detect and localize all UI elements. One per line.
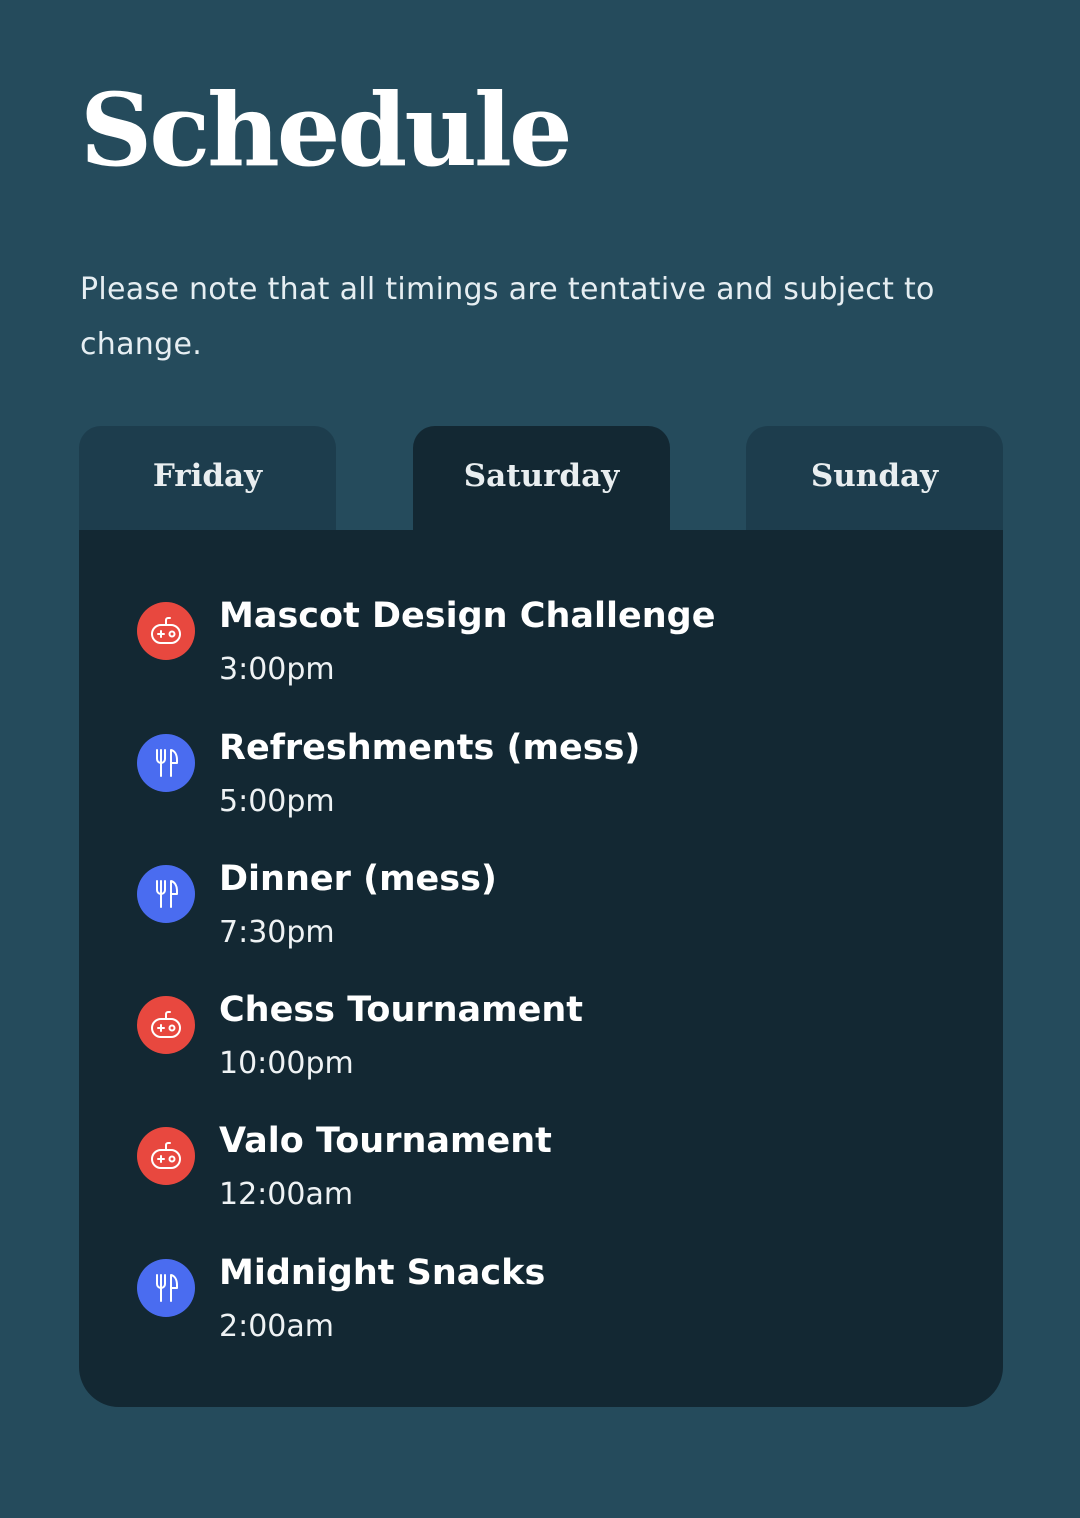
tab-friday[interactable]: Friday [79,426,336,532]
schedule-note: Please note that all timings are tentati… [80,272,935,362]
page-title: Schedule [80,71,573,189]
schedule-event: Midnight Snacks 2:00am [137,1251,957,1361]
schedule-event: Valo Tournament 12:00am [137,1119,957,1229]
event-title: Midnight Snacks [219,1253,546,1293]
event-time: 10:00pm [219,1046,354,1081]
utensils-icon [137,734,195,792]
schedule-event: Mascot Design Challenge 3:00pm [137,594,957,704]
event-time: 12:00am [219,1177,354,1212]
event-title: Refreshments (mess) [219,728,641,768]
event-time: 2:00am [219,1309,334,1344]
utensils-icon [137,865,195,923]
gamepad-icon [137,602,195,660]
schedule-panel: Mascot Design Challenge 3:00pm Refreshme… [79,530,1003,1407]
utensils-icon [137,1259,195,1317]
gamepad-icon [137,1127,195,1185]
tab-saturday[interactable]: Saturday [413,426,670,532]
event-time: 7:30pm [219,915,335,950]
event-title: Dinner (mess) [219,859,497,899]
tab-label: Friday [152,458,263,494]
day-tabs: Friday Saturday Sunday [79,426,1003,532]
event-title: Chess Tournament [219,990,584,1030]
schedule-event: Chess Tournament 10:00pm [137,988,957,1098]
event-title: Valo Tournament [219,1121,552,1161]
event-time: 5:00pm [219,784,335,819]
schedule-event: Refreshments (mess) 5:00pm [137,726,957,836]
gamepad-icon [137,996,195,1054]
tab-sunday[interactable]: Sunday [746,426,1003,532]
event-title: Mascot Design Challenge [219,596,716,636]
tab-label: Saturday [463,458,620,494]
event-time: 3:00pm [219,652,335,687]
schedule-event: Dinner (mess) 7:30pm [137,857,957,967]
tab-label: Sunday [810,458,939,494]
